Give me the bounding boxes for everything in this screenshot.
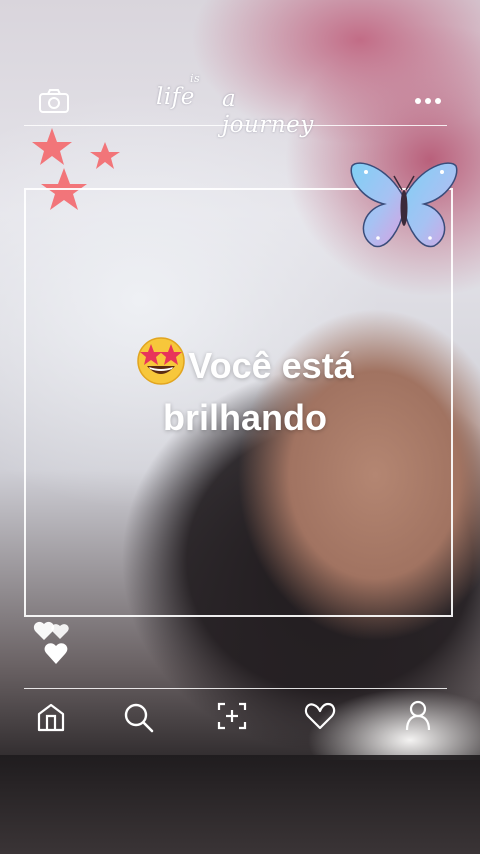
title-is: is xyxy=(190,72,201,85)
nav-divider xyxy=(24,688,447,689)
heart-icon[interactable] xyxy=(304,702,336,730)
butterfly-sticker xyxy=(350,162,458,248)
title-life: life xyxy=(156,84,195,110)
add-post-icon[interactable] xyxy=(216,701,248,731)
bottom-shadow xyxy=(0,755,480,854)
caption-text: Você está brilhando xyxy=(80,336,410,444)
star-struck-emoji-icon xyxy=(137,337,186,385)
title-journey: a journey xyxy=(222,86,314,138)
page-title: life is a journey xyxy=(150,72,330,138)
profile-icon[interactable] xyxy=(404,700,432,732)
more-icon[interactable] xyxy=(414,96,442,106)
hearts-sticker xyxy=(33,621,69,664)
caption-line-2: brilhando xyxy=(163,397,327,438)
home-icon[interactable] xyxy=(36,702,66,732)
caption-line-1-text: Você está xyxy=(188,345,354,386)
camera-icon[interactable] xyxy=(38,88,70,114)
search-icon[interactable] xyxy=(122,701,154,733)
caption-line-1: Você está xyxy=(80,336,410,392)
